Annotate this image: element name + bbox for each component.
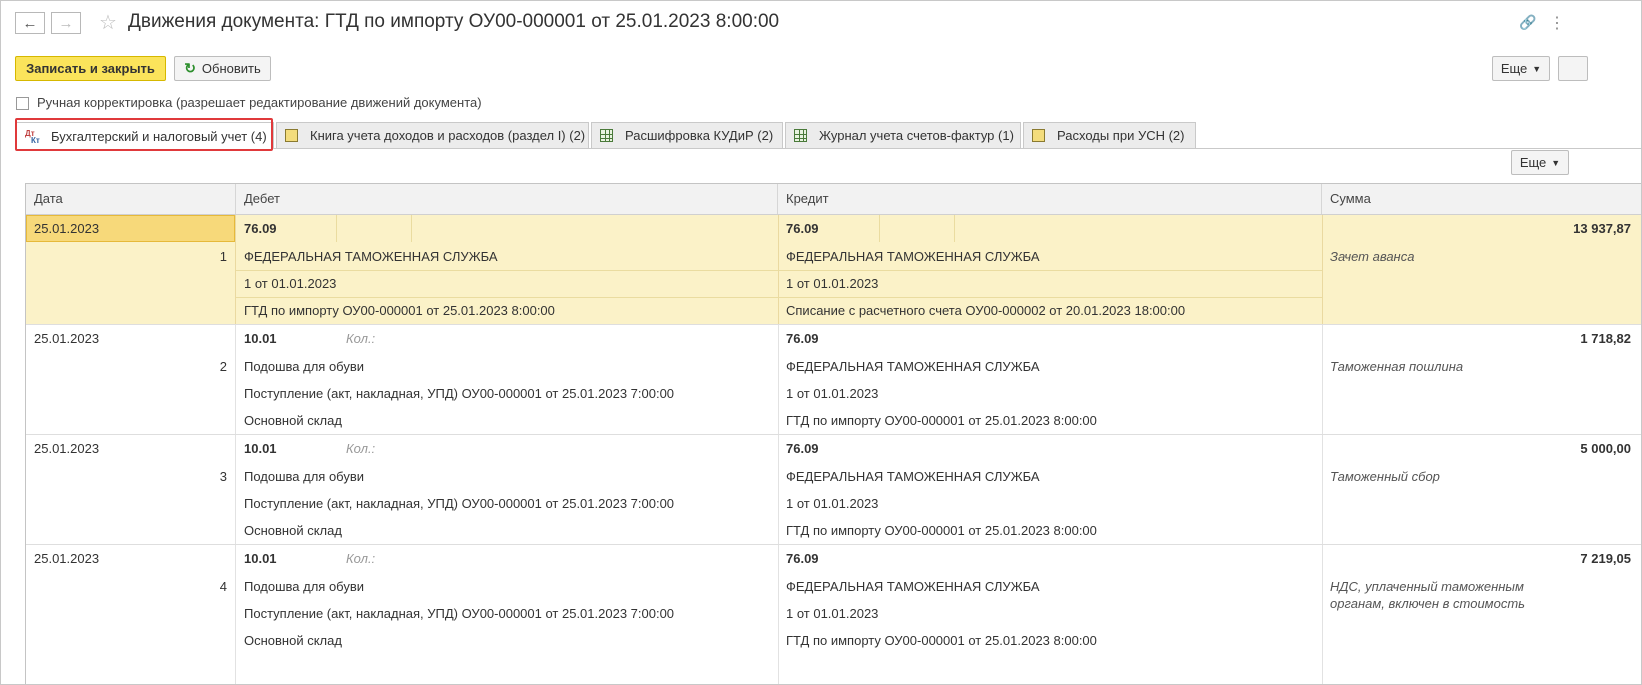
table-icon	[794, 129, 807, 142]
debit-quantity-label: Кол.:	[346, 441, 376, 456]
chevron-down-icon: ▼	[1532, 63, 1542, 74]
table-header: Дата Дебет Кредит Сумма	[26, 184, 1641, 215]
star-icon[interactable]: ☆	[99, 10, 117, 35]
debit-subconto-2: Поступление (акт, накладная, УПД) ОУ00-0…	[244, 496, 675, 511]
tab-label: Расходы при УСН (2)	[1057, 128, 1185, 143]
book-icon	[285, 129, 298, 142]
arrow-right-icon: →	[58, 14, 74, 32]
row-date: 25.01.2023	[34, 221, 100, 236]
row-number: 1	[219, 249, 227, 264]
credit-subconto-3: ГТД по импорту ОУ00-000001 от 25.01.2023…	[786, 523, 1097, 538]
row-number: 2	[219, 359, 227, 374]
row-amount: 5 000,00	[1580, 441, 1631, 456]
grid-more-label: Еще	[1519, 155, 1547, 170]
table-row[interactable]: 25.01.2023 3 10.01 Кол.: Подошва для обу…	[26, 435, 1641, 545]
book-icon	[1032, 129, 1045, 142]
credit-subconto-2: 1 от 01.01.2023	[786, 276, 879, 291]
tab-label: Журнал учета счетов-фактур (1)	[819, 128, 1014, 143]
debit-subconto-1: Подошва для обуви	[244, 469, 365, 484]
row-amount: 7 219,05	[1580, 551, 1631, 566]
debit-subconto-2: 1 от 01.01.2023	[244, 276, 337, 291]
debit-quantity-label: Кол.:	[346, 331, 376, 346]
credit-subconto-2: 1 от 01.01.2023	[786, 496, 879, 511]
row-date: 25.01.2023	[34, 441, 100, 456]
tab-label: Расшифровка КУДиР (2)	[625, 128, 774, 143]
debit-account: 76.09	[244, 221, 277, 236]
table-row[interactable]: 25.01.2023 1 76.09 ФЕДЕРАЛЬНАЯ ТАМОЖЕННА…	[26, 215, 1641, 325]
active-tab-highlight	[15, 118, 273, 151]
manual-edit-checkbox[interactable]	[16, 97, 29, 110]
debit-subconto-3: Основной склад	[244, 413, 342, 428]
row-number: 4	[219, 579, 227, 594]
debit-subconto-2: Поступление (акт, накладная, УПД) ОУ00-0…	[244, 386, 675, 401]
row-amount: 1 718,82	[1580, 331, 1631, 346]
row-number: 3	[219, 469, 227, 484]
credit-subconto-1: ФЕДЕРАЛЬНАЯ ТАМОЖЕННАЯ СЛУЖБА	[786, 249, 1040, 264]
tab-kudir-details[interactable]: Расшифровка КУДиР (2)	[591, 122, 783, 148]
credit-subconto-1: ФЕДЕРАЛЬНАЯ ТАМОЖЕННАЯ СЛУЖБА	[786, 359, 1040, 374]
table-row[interactable]: 25.01.2023 4 10.01 Кол.: Подошва для обу…	[26, 545, 1641, 684]
refresh-label: Обновить	[201, 61, 261, 76]
tab-invoice-journal[interactable]: Журнал учета счетов-фактур (1)	[785, 122, 1021, 148]
credit-account: 76.09	[786, 441, 819, 456]
arrow-left-icon: ←	[22, 14, 38, 32]
save-and-close-label: Записать и закрыть	[26, 61, 155, 76]
credit-subconto-3: ГТД по импорту ОУ00-000001 от 25.01.2023…	[786, 633, 1097, 648]
credit-account: 76.09	[786, 331, 819, 346]
debit-subconto-2: Поступление (акт, накладная, УПД) ОУ00-0…	[244, 606, 675, 621]
toolbar-more-label: Еще	[1500, 61, 1528, 76]
debit-subconto-1: ФЕДЕРАЛЬНАЯ ТАМОЖЕННАЯ СЛУЖБА	[244, 249, 498, 264]
row-amount: 13 937,87	[1573, 221, 1631, 236]
tab-divider	[274, 148, 1641, 149]
debit-account: 10.01	[244, 551, 277, 566]
debit-account: 10.01	[244, 441, 277, 456]
column-amount[interactable]: Сумма	[1322, 184, 1641, 214]
forward-button[interactable]: →	[51, 12, 81, 34]
row-content: Таможенная пошлина	[1330, 359, 1464, 374]
debit-subconto-3: Основной склад	[244, 523, 342, 538]
window-title: Движения документа: ГТД по импорту ОУ00-…	[128, 11, 780, 32]
debit-subconto-3: ГТД по импорту ОУ00-000001 от 25.01.2023…	[244, 303, 555, 318]
credit-subconto-3: Списание с расчетного счета ОУ00-000002 …	[786, 303, 1186, 318]
save-and-close-button[interactable]: Записать и закрыть	[15, 56, 166, 81]
tab-label: Книга учета доходов и расходов (раздел I…	[310, 128, 586, 143]
debit-quantity-label: Кол.:	[346, 551, 376, 566]
row-content: НДС, уплаченный таможенным	[1330, 579, 1524, 594]
credit-subconto-3: ГТД по импорту ОУ00-000001 от 25.01.2023…	[786, 413, 1097, 428]
debit-subconto-3: Основной склад	[244, 633, 342, 648]
row-content: Таможенный сбор	[1330, 469, 1440, 484]
movements-table[interactable]: Дата Дебет Кредит Сумма 25.01.2023 1 76.…	[25, 183, 1641, 684]
credit-subconto-2: 1 от 01.01.2023	[786, 606, 879, 621]
column-date[interactable]: Дата	[26, 184, 236, 214]
credit-account: 76.09	[786, 221, 819, 236]
credit-account: 76.09	[786, 551, 819, 566]
refresh-icon: ↻	[184, 60, 196, 76]
credit-subconto-2: 1 от 01.01.2023	[786, 386, 879, 401]
toolbar-more-button[interactable]: Еще ▼	[1492, 56, 1550, 81]
column-credit[interactable]: Кредит	[778, 184, 1322, 214]
back-button[interactable]: ←	[15, 12, 45, 34]
column-debit[interactable]: Дебет	[236, 184, 778, 214]
tab-usn-expenses[interactable]: Расходы при УСН (2)	[1023, 122, 1196, 148]
row-content-line-2: органам, включен в стоимость	[1330, 596, 1525, 611]
row-date: 25.01.2023	[34, 331, 100, 346]
more-menu-icon[interactable]: ⋮	[1549, 13, 1565, 33]
tab-income-expense-book[interactable]: Книга учета доходов и расходов (раздел I…	[276, 122, 589, 148]
grid-more-button[interactable]: Еще ▼	[1511, 150, 1569, 175]
debit-account: 10.01	[244, 331, 277, 346]
table-row[interactable]: 25.01.2023 2 10.01 Кол.: Подошва для обу…	[26, 325, 1641, 435]
row-content: Зачет аванса	[1330, 249, 1415, 264]
manual-edit-label: Ручная корректировка (разрешает редактир…	[37, 95, 482, 110]
toolbar-help-button[interactable]	[1558, 56, 1588, 81]
document-movements-window: ← → ☆ Движения документа: ГТД по импорту…	[0, 0, 1642, 685]
link-icon[interactable]: 🔗	[1519, 14, 1536, 31]
refresh-button[interactable]: ↻ Обновить	[174, 56, 271, 81]
credit-subconto-1: ФЕДЕРАЛЬНАЯ ТАМОЖЕННАЯ СЛУЖБА	[786, 469, 1040, 484]
credit-subconto-1: ФЕДЕРАЛЬНАЯ ТАМОЖЕННАЯ СЛУЖБА	[786, 579, 1040, 594]
debit-subconto-1: Подошва для обуви	[244, 359, 365, 374]
table-icon	[600, 129, 613, 142]
chevron-down-icon: ▼	[1551, 157, 1561, 168]
debit-subconto-1: Подошва для обуви	[244, 579, 365, 594]
row-date: 25.01.2023	[34, 551, 100, 566]
